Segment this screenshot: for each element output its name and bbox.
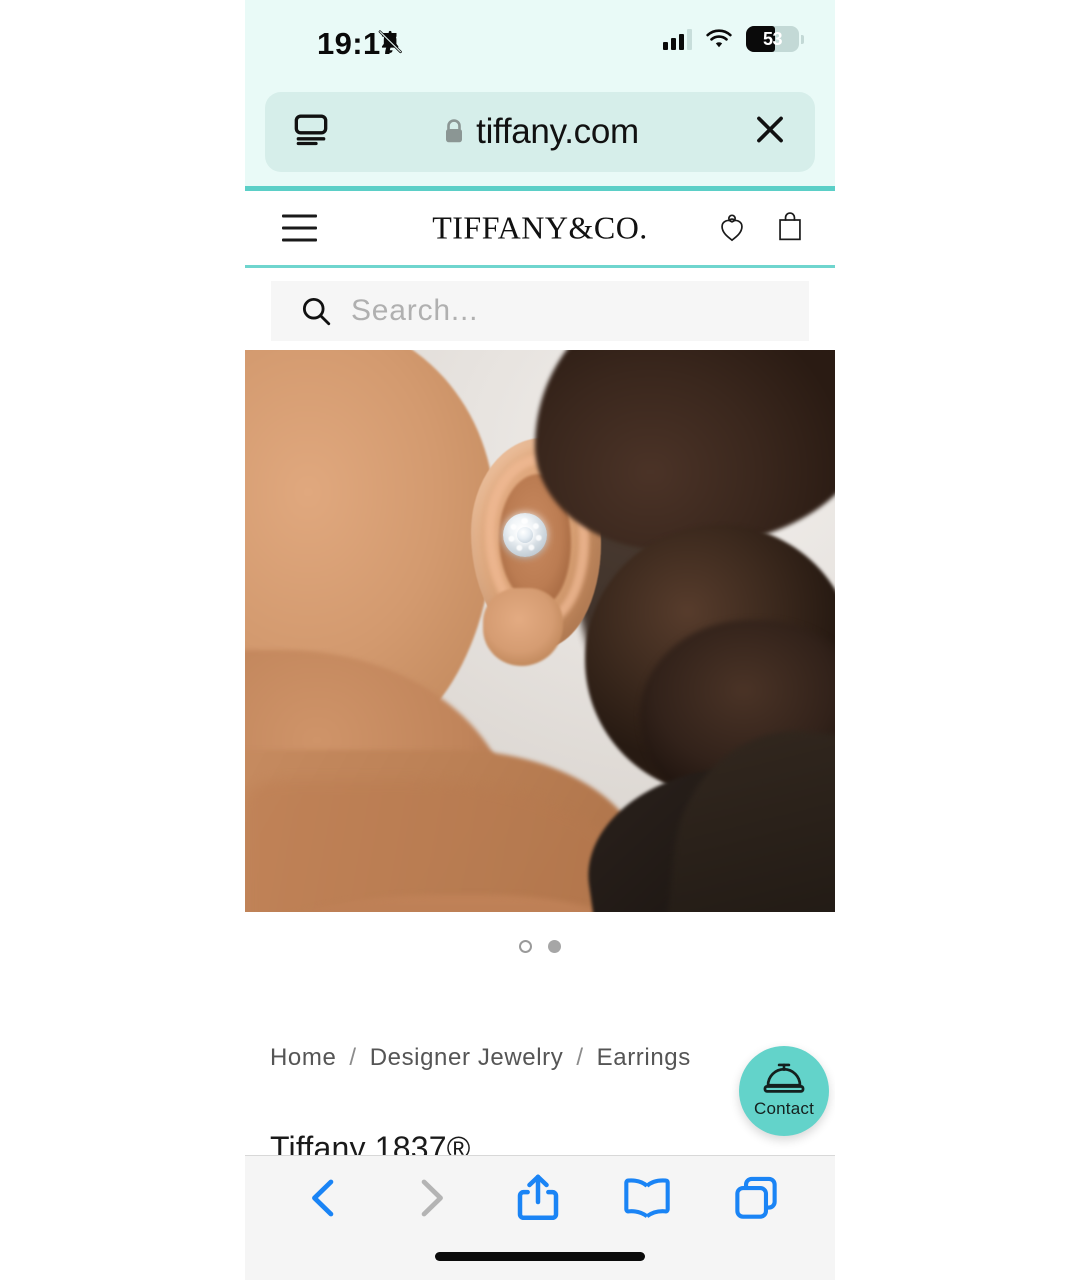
address-bar-url: tiffany.com bbox=[476, 112, 639, 151]
hamburger-menu-icon[interactable] bbox=[282, 214, 317, 242]
cellular-signal-icon bbox=[663, 28, 692, 50]
lock-icon bbox=[446, 119, 463, 143]
contact-button[interactable]: Contact bbox=[739, 1046, 829, 1136]
carousel-dots bbox=[245, 940, 835, 953]
address-bar-content[interactable]: tiffany.com bbox=[265, 112, 815, 152]
browser-toolbar-buttons bbox=[245, 1164, 835, 1236]
chevron-right-icon bbox=[405, 1172, 457, 1229]
heart-lock-icon[interactable] bbox=[717, 209, 747, 248]
product-hero-image[interactable] bbox=[245, 350, 835, 912]
tabs-icon[interactable] bbox=[730, 1172, 782, 1229]
contact-button-label: Contact bbox=[754, 1099, 814, 1118]
book-icon[interactable] bbox=[619, 1173, 675, 1228]
service-bell-icon bbox=[763, 1063, 805, 1093]
reader-view-icon[interactable] bbox=[291, 110, 331, 155]
battery-icon: 53 bbox=[746, 26, 804, 52]
breadcrumb: Home / Designer Jewelry / Earrings bbox=[270, 1044, 691, 1072]
bell-muted-icon bbox=[376, 28, 404, 61]
home-indicator bbox=[435, 1252, 645, 1261]
search-placeholder: Search... bbox=[351, 294, 479, 327]
chevron-left-icon[interactable] bbox=[298, 1172, 350, 1229]
site-header: TIFFANY&CO. bbox=[245, 186, 835, 268]
model-earring-photo bbox=[245, 350, 835, 912]
phone-screen: 19:17 53 tiffany.com TIFFANY&CO. Search.… bbox=[245, 0, 835, 1280]
brand-logo[interactable]: TIFFANY&CO. bbox=[432, 210, 648, 247]
carousel-dot-1[interactable] bbox=[519, 940, 532, 953]
battery-percent: 53 bbox=[762, 29, 783, 49]
status-bar-indicators: 53 bbox=[663, 26, 804, 52]
search-input[interactable]: Search... bbox=[271, 281, 809, 341]
address-bar[interactable]: tiffany.com bbox=[265, 92, 815, 172]
shopping-bag-icon[interactable] bbox=[775, 209, 805, 248]
header-actions bbox=[717, 209, 805, 248]
share-icon[interactable] bbox=[511, 1171, 565, 1230]
breadcrumb-separator: / bbox=[349, 1044, 357, 1071]
browser-toolbar-bottom bbox=[245, 1155, 835, 1280]
search-icon bbox=[302, 297, 331, 326]
status-bar: 19:17 53 bbox=[245, 0, 835, 86]
breadcrumb-item-earrings[interactable]: Earrings bbox=[597, 1044, 691, 1072]
browser-chrome-top: 19:17 53 tiffany.com bbox=[245, 0, 835, 186]
breadcrumb-item-home[interactable]: Home bbox=[270, 1044, 336, 1072]
breadcrumb-separator: / bbox=[576, 1044, 584, 1071]
breadcrumb-item-designer-jewelry[interactable]: Designer Jewelry bbox=[370, 1044, 564, 1072]
close-icon[interactable] bbox=[751, 111, 789, 154]
carousel-dot-2[interactable] bbox=[548, 940, 561, 953]
wifi-icon bbox=[706, 28, 732, 47]
